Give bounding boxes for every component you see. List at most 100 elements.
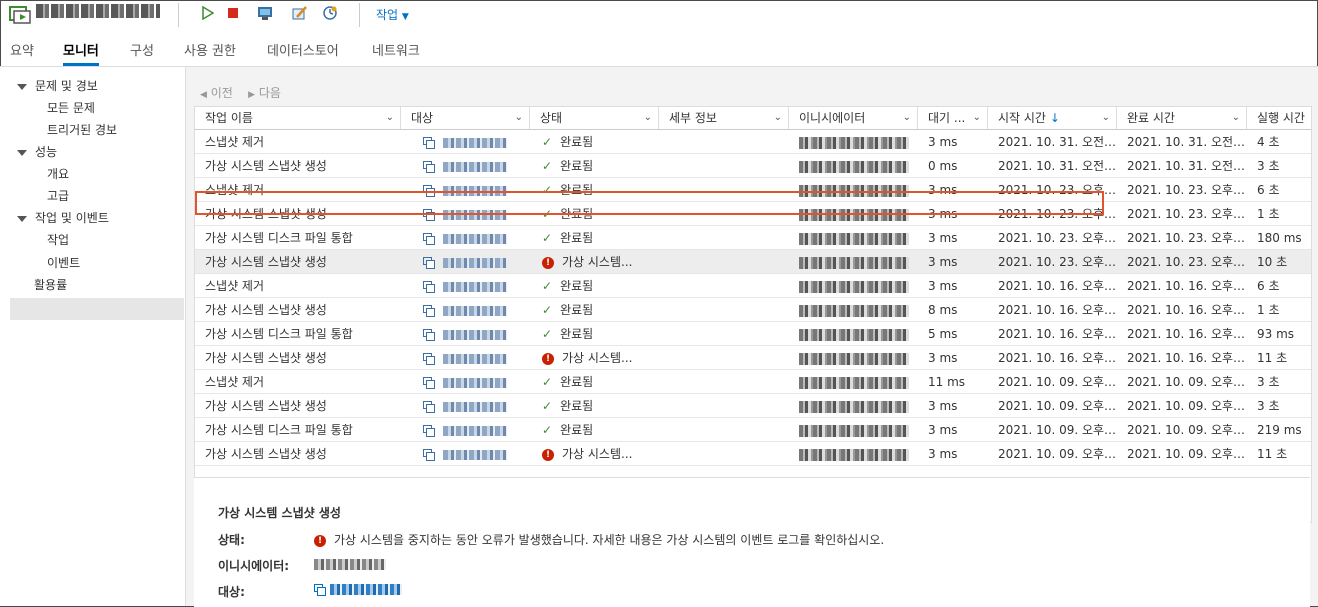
column-label: 실행 시간	[1257, 111, 1305, 125]
redacted-target[interactable]	[443, 209, 507, 220]
sidebar-item-tasks[interactable]: 작업	[47, 230, 69, 250]
console-icon[interactable]	[256, 4, 274, 22]
actions-menu[interactable]: 작업 ▼	[376, 6, 409, 23]
redacted-target[interactable]	[443, 137, 507, 148]
sidebar-item-overview[interactable]: 개요	[47, 164, 69, 184]
power-on-icon[interactable]	[199, 4, 217, 22]
cell-details	[659, 322, 789, 346]
cell-start: 2021. 10. 16. 오후 1...	[998, 279, 1117, 293]
tab-permissions[interactable]: 사용 권한	[184, 40, 236, 66]
redacted-initiator	[799, 232, 909, 245]
prev-button[interactable]: ◀ 이전	[200, 86, 233, 100]
detail-status-value: ! 가상 시스템을 중지하는 동안 오류가 발생했습니다. 자세한 내용은 가상 …	[314, 531, 884, 548]
snapshot-icon[interactable]	[321, 4, 339, 22]
redacted-target[interactable]	[443, 329, 507, 340]
redacted-initiator	[799, 400, 909, 413]
column-header-queued[interactable]: 대기 ... ⌄	[918, 107, 988, 129]
check-icon: ✓	[542, 399, 553, 413]
cell-run: 11 초	[1257, 351, 1288, 365]
table-row[interactable]: 가상 시스템 스냅샷 생성! 가상 시스템... 3 ms 2021. 10. 09.…	[195, 442, 1311, 466]
table-row[interactable]: 스냅샷 제거 ✓ 완료됨 3 ms 2021. 10. 23. 오후 ... 2021. …	[195, 178, 1311, 202]
column-header-target[interactable]: 대상 ⌄	[401, 107, 530, 129]
caret-down-icon	[17, 149, 27, 156]
edit-settings-icon[interactable]	[290, 4, 308, 22]
table-row[interactable]: 가상 시스템 스냅샷 생성 ✓ 완료됨 0 ms 2021. 10. 31. 오전 1.…	[195, 154, 1311, 178]
tab-networks[interactable]: 네트워크	[372, 40, 420, 66]
column-header-status[interactable]: 상태 ⌄	[530, 107, 659, 129]
table-row[interactable]: 스냅샷 제거 ✓ 완료됨 3 ms 2021. 10. 31. 오전 1... 2021.…	[195, 130, 1311, 154]
tab-summary[interactable]: 요약	[10, 40, 34, 66]
chevron-down-icon[interactable]: ⌄	[386, 107, 394, 129]
column-header-initiator[interactable]: 이니시에이터 ⌄	[789, 107, 918, 129]
table-row[interactable]: 가상 시스템 디스크 파일 통합 ✓ 완료됨 3 ms 2021. 10. 23. 오후…	[195, 226, 1311, 250]
status-text: 완료됨	[560, 423, 594, 437]
status-text[interactable]: 가상 시스템...	[562, 447, 632, 461]
redacted-target[interactable]	[443, 233, 507, 244]
sidebar-group-performance[interactable]: 성능	[17, 142, 57, 162]
redacted-target[interactable]	[443, 449, 507, 460]
cell-end: 2021. 10. 16. 오후 1...	[1127, 279, 1247, 293]
cell-status: ✓ 완료됨	[530, 202, 659, 226]
status-text[interactable]: 가상 시스템...	[562, 351, 632, 365]
table-row[interactable]: 스냅샷 제거 ✓ 완료됨 11 ms 2021. 10. 09. 오후 ... 2021.…	[195, 370, 1311, 394]
cell-queued: 3 ms	[928, 135, 958, 149]
cell-name: 스냅샷 제거	[205, 183, 265, 197]
redacted-target[interactable]	[443, 257, 507, 268]
table-row[interactable]: 가상 시스템 디스크 파일 통합 ✓ 완료됨 3 ms 2021. 10. 09. 오후…	[195, 418, 1311, 442]
chevron-down-icon[interactable]: ⌄	[903, 107, 911, 129]
table-row[interactable]: 스냅샷 제거 ✓ 완료됨 3 ms 2021. 10. 16. 오후 1... 2021.…	[195, 274, 1311, 298]
redacted-target[interactable]	[443, 401, 507, 412]
column-header-completion-time[interactable]: 완료 시간 ⌄	[1117, 107, 1247, 129]
tab-monitor[interactable]: 모니터	[63, 40, 99, 66]
chevron-down-icon[interactable]: ⌄	[774, 107, 782, 129]
next-button[interactable]: ▶ 다음	[248, 86, 281, 100]
redacted-target[interactable]	[443, 185, 507, 196]
column-header-start-time[interactable]: 시작 시간 ↓ ⌄	[988, 107, 1117, 129]
sidebar-group-label: 성능	[35, 145, 58, 159]
column-header-task-name[interactable]: 작업 이름 ⌄	[195, 107, 401, 129]
status-text[interactable]: 가상 시스템...	[562, 255, 632, 269]
column-label: 대상	[411, 111, 434, 125]
cell-queued: 11 ms	[928, 375, 966, 389]
chevron-down-icon[interactable]: ⌄	[1102, 107, 1110, 129]
power-off-icon[interactable]	[224, 4, 242, 22]
sidebar-item-utilization[interactable]: 활용률	[34, 275, 67, 295]
sidebar-item-triggered-alarms[interactable]: 트리거된 경보	[47, 120, 117, 140]
sidebar-item-advanced[interactable]: 고급	[47, 186, 69, 206]
sidebar-group-issues[interactable]: 문제 및 경보	[17, 76, 98, 96]
vm-icon	[423, 424, 435, 437]
status-text: 완료됨	[560, 399, 594, 413]
redacted-target[interactable]	[443, 305, 507, 316]
sidebar-item-events[interactable]: 이벤트	[47, 253, 80, 273]
cell-name: 가상 시스템 스냅샷 생성	[205, 447, 327, 461]
tab-datastores[interactable]: 데이터스토어	[267, 40, 339, 66]
redacted-target[interactable]	[443, 281, 507, 292]
redacted-target-link[interactable]	[329, 584, 402, 595]
error-icon: !	[542, 256, 554, 269]
chevron-down-icon[interactable]: ⌄	[515, 107, 523, 129]
redacted-target[interactable]	[443, 353, 507, 364]
table-row[interactable]: 가상 시스템 스냅샷 생성! 가상 시스템... 3 ms 2021. 10. 16.…	[195, 346, 1311, 370]
cell-details	[659, 418, 789, 442]
tab-configure[interactable]: 구성	[130, 40, 154, 66]
check-icon: ✓	[542, 135, 553, 149]
cell-queued: 3 ms	[928, 255, 958, 269]
chevron-down-icon[interactable]: ⌄	[1232, 107, 1240, 129]
redacted-target[interactable]	[443, 377, 507, 388]
sidebar-item-all-issues[interactable]: 모든 문제	[47, 98, 95, 118]
table-row[interactable]: 가상 시스템 스냅샷 생성 ✓ 완료됨 3 ms 2021. 10. 09. 오후 ..…	[195, 394, 1311, 418]
column-header-details[interactable]: 세부 정보 ⌄	[659, 107, 789, 129]
sidebar-group-tasks-events[interactable]: 작업 및 이벤트	[17, 208, 109, 228]
chevron-down-icon[interactable]: ⌄	[973, 107, 981, 129]
column-header-execution-time[interactable]: 실행 시간	[1247, 107, 1311, 129]
table-row[interactable]: 가상 시스템 스냅샷 생성! 가상 시스템... 3 ms 2021. 10. 23.…	[195, 250, 1311, 274]
table-row[interactable]: 가상 시스템 스냅샷 생성 ✓ 완료됨 8 ms 2021. 10. 16. 오후 1.…	[195, 298, 1311, 322]
redacted-target[interactable]	[443, 161, 507, 172]
column-label: 완료 시간	[1127, 111, 1175, 125]
chevron-down-icon[interactable]: ⌄	[644, 107, 652, 129]
detail-target-value[interactable]	[314, 582, 402, 596]
redacted-target[interactable]	[443, 425, 507, 436]
prev-label: 이전	[210, 86, 233, 100]
table-row[interactable]: 가상 시스템 디스크 파일 통합 ✓ 완료됨 5 ms 2021. 10. 16. 오후…	[195, 322, 1311, 346]
table-row[interactable]: 가상 시스템 스냅샷 생성 ✓ 완료됨 3 ms 2021. 10. 23. 오후 ..…	[195, 202, 1311, 226]
